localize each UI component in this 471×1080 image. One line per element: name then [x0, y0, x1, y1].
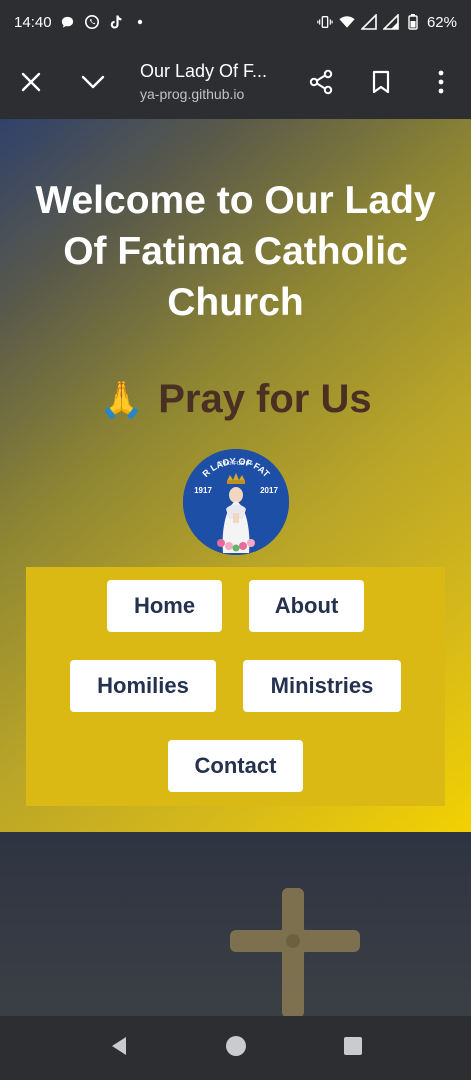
share-icon	[309, 69, 333, 94]
recents-square-icon	[344, 1036, 363, 1055]
battery-icon	[405, 14, 421, 30]
home-nav-button[interactable]	[225, 1035, 247, 1062]
nav-menu: Home About Homilies Ministries Contact	[26, 567, 445, 806]
back-triangle-icon	[111, 1036, 126, 1055]
logo-year-left: 1917	[194, 486, 212, 495]
page-url: ya-prog.github.io	[140, 86, 245, 102]
status-left: 14:40	[14, 14, 148, 31]
system-navigation-bar	[0, 1016, 471, 1080]
signal-icon-2	[382, 14, 399, 30]
church-logo[interactable]: R LADY OF FAT PRAY FOR US 1917 2017	[183, 449, 289, 555]
page-info[interactable]: Our Lady Of F... ya-prog.github.io	[124, 61, 291, 102]
more-menu-button[interactable]	[411, 44, 471, 119]
church-logo-image: R LADY OF FAT PRAY FOR US 1917 2017	[183, 449, 289, 555]
page-title: Our Lady Of F...	[140, 61, 268, 81]
background-image-section	[0, 832, 471, 1016]
home-button[interactable]: Home	[107, 580, 222, 632]
home-circle-icon	[226, 1035, 247, 1056]
battery-level: 62%	[426, 13, 457, 31]
status-bar: 14:40 62%	[0, 0, 471, 44]
praying-hands-icon: 🙏	[99, 379, 145, 420]
status-time: 14:40	[14, 13, 52, 31]
bookmark-button[interactable]	[351, 44, 411, 119]
bookmark-icon	[372, 70, 390, 93]
logo-year-right: 2017	[260, 486, 278, 495]
toolbar-actions	[291, 44, 471, 119]
whatsapp-icon	[84, 14, 100, 30]
back-button[interactable]	[108, 1035, 130, 1062]
more-vertical-icon	[438, 70, 444, 93]
ministries-button[interactable]: Ministries	[243, 660, 401, 712]
logo-sub-text: PRAY FOR US	[219, 461, 253, 467]
hero-section: Welcome to Our Lady Of Fatima Catholic C…	[0, 119, 471, 832]
tiktok-icon	[108, 14, 124, 30]
wifi-icon	[339, 14, 355, 30]
signal-icon	[360, 14, 377, 30]
chat-bubble-icon	[60, 14, 76, 30]
homilies-button[interactable]: Homilies	[70, 660, 216, 712]
recents-button[interactable]	[343, 1036, 363, 1061]
vibrate-icon	[317, 14, 333, 30]
share-button[interactable]	[291, 44, 351, 119]
minimize-button[interactable]	[62, 44, 124, 119]
close-icon	[21, 72, 41, 91]
status-right: 62%	[317, 14, 457, 31]
pray-heading: 🙏 Pray for Us	[0, 375, 471, 424]
close-button[interactable]	[0, 44, 62, 119]
dot-icon	[132, 14, 148, 30]
ornate-cross-image	[230, 888, 360, 1016]
contact-button[interactable]: Contact	[168, 740, 303, 792]
chevron-down-icon	[81, 75, 105, 88]
about-button[interactable]: About	[249, 580, 364, 632]
pray-text: Pray for Us	[158, 377, 372, 421]
browser-toolbar: Our Lady Of F... ya-prog.github.io	[0, 44, 471, 119]
web-page: Welcome to Our Lady Of Fatima Catholic C…	[0, 119, 471, 1016]
welcome-heading: Welcome to Our Lady Of Fatima Catholic C…	[35, 179, 436, 324]
